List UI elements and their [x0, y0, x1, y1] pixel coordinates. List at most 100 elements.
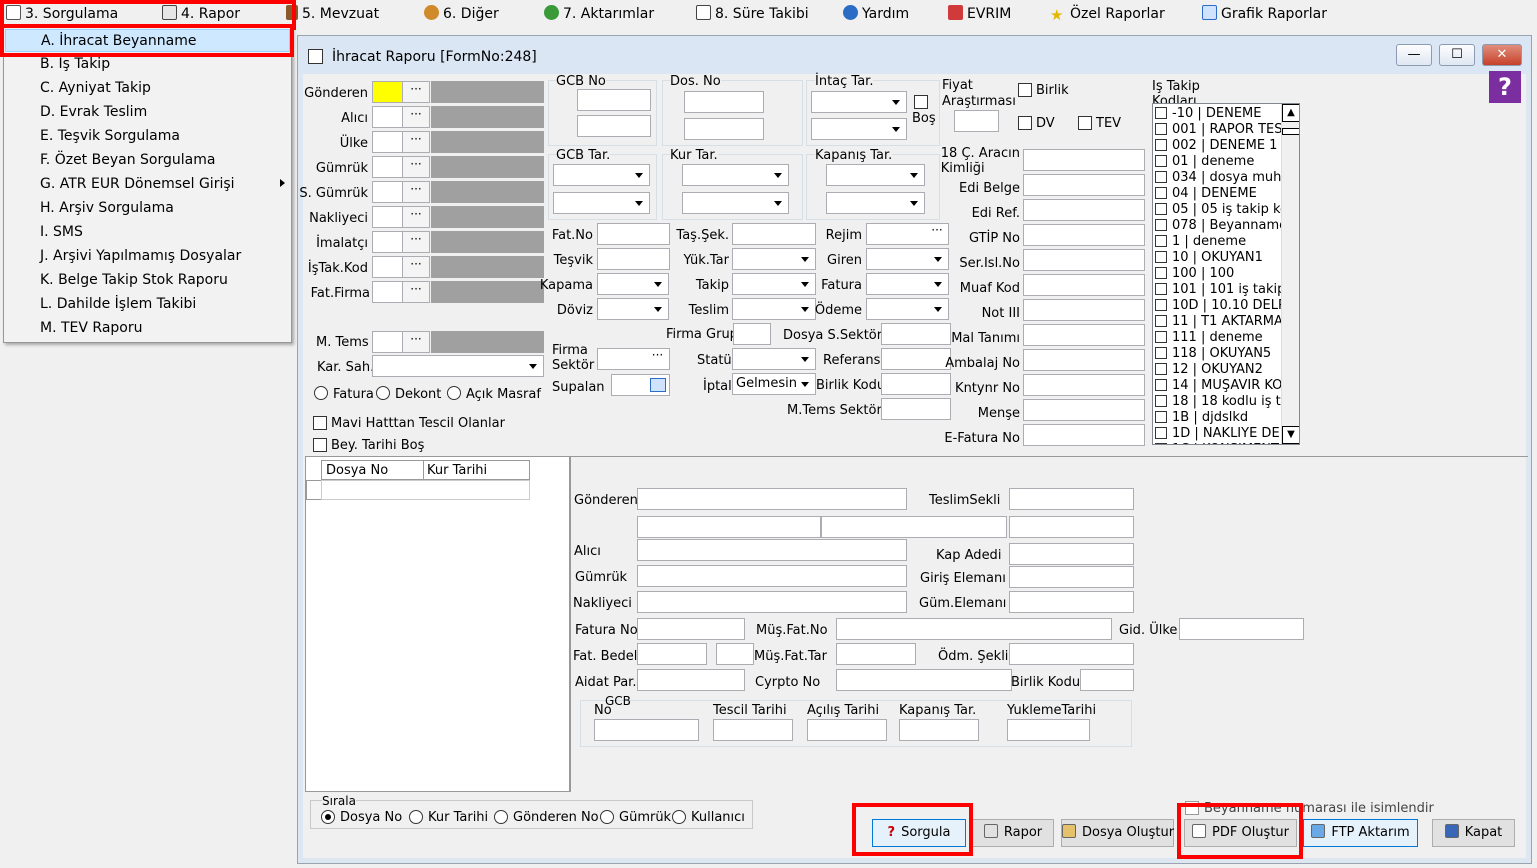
- mid-mid-input[interactable]: [732, 298, 816, 320]
- lookup-dots-button[interactable]: ···: [402, 106, 430, 128]
- sirala-radio[interactable]: [321, 810, 335, 824]
- intac-bos-checkbox[interactable]: [914, 95, 928, 109]
- mtems-sektor-input[interactable]: [881, 398, 951, 420]
- right-field-input[interactable]: [1023, 199, 1145, 221]
- results-grid[interactable]: Dosya No Kur Tarihi: [305, 456, 570, 792]
- grid-row[interactable]: [321, 480, 530, 500]
- beyan-isim-checkbox[interactable]: [1185, 801, 1199, 815]
- item-checkbox[interactable]: [1155, 395, 1167, 407]
- tev-checkbox[interactable]: [1078, 116, 1092, 130]
- mavi-hat-checkbox[interactable]: [313, 416, 327, 430]
- menu-diger[interactable]: 6. Diğer: [424, 4, 499, 24]
- intac-tar-to[interactable]: [811, 118, 907, 140]
- grid-header-kur-tarihi[interactable]: Kur Tarihi: [423, 460, 530, 480]
- item-checkbox[interactable]: [1155, 139, 1167, 151]
- item-checkbox[interactable]: [1155, 443, 1167, 444]
- lookup-dots-button[interactable]: ···: [402, 206, 430, 228]
- right-field-input[interactable]: [1023, 424, 1145, 446]
- detail-fat-bedel-doviz[interactable]: [716, 643, 754, 665]
- dos-no-input-2[interactable]: [684, 118, 764, 140]
- detail-nakliyeci[interactable]: [637, 591, 907, 613]
- scroll-up-icon[interactable]: ▲: [1282, 104, 1299, 122]
- lookup-dots-button[interactable]: ···: [402, 231, 430, 253]
- item-checkbox[interactable]: [1155, 187, 1167, 199]
- kapat-button[interactable]: Kapat: [1432, 819, 1515, 847]
- mid-right-input[interactable]: [866, 273, 949, 295]
- item-checkbox[interactable]: [1155, 283, 1167, 295]
- item-checkbox[interactable]: [1155, 203, 1167, 215]
- dos-no-input-1[interactable]: [684, 91, 764, 113]
- kapanis-tar-to[interactable]: [826, 192, 925, 214]
- menu-sorgulama[interactable]: 3. Sorgulama: [6, 4, 118, 24]
- is-takip-item[interactable]: 1B | djdslkd: [1153, 410, 1281, 426]
- item-checkbox[interactable]: [1155, 219, 1167, 231]
- menu-grafik-raporlar[interactable]: Grafik Raporlar: [1202, 4, 1327, 24]
- close-button[interactable]: ✕: [1482, 44, 1522, 66]
- tescil-tarihi[interactable]: [713, 719, 793, 741]
- gcb-tar-to[interactable]: [553, 192, 650, 214]
- detail-fat-bedel[interactable]: [637, 643, 707, 665]
- menu-ozel-raporlar[interactable]: ★ Özel Raporlar: [1050, 4, 1165, 24]
- right-field-input[interactable]: [1023, 349, 1145, 371]
- referans-input[interactable]: [881, 348, 951, 370]
- sorgula-button[interactable]: ? Sorgula: [872, 819, 966, 847]
- is-takip-item[interactable]: 11 | T1 AKTARMA: [1153, 314, 1281, 330]
- firma-sektor-dots[interactable]: ···: [645, 348, 670, 370]
- item-checkbox[interactable]: [1155, 331, 1167, 343]
- item-checkbox[interactable]: [1155, 315, 1167, 327]
- maximize-button[interactable]: ☐: [1439, 44, 1475, 66]
- is-takip-item[interactable]: 12 | OKUYAN2: [1153, 362, 1281, 378]
- scroll-down-icon[interactable]: ▼: [1282, 426, 1299, 444]
- gcb-no-input-1[interactable]: [577, 89, 651, 111]
- mid-mid-input[interactable]: [732, 223, 816, 245]
- right-field-input[interactable]: [1023, 174, 1145, 196]
- radio-acik-masraf[interactable]: [447, 386, 461, 400]
- sirala-radio[interactable]: [409, 810, 423, 824]
- detail-mus-fat-tar[interactable]: [836, 643, 916, 665]
- rapor-button[interactable]: Rapor: [972, 819, 1054, 847]
- dv-checkbox[interactable]: [1018, 116, 1032, 130]
- item-checkbox[interactable]: [1155, 107, 1167, 119]
- item-checkbox[interactable]: [1155, 347, 1167, 359]
- kar-sah-select[interactable]: [372, 355, 544, 377]
- dropdown-item[interactable]: B. İş Takip: [5, 53, 290, 76]
- detail-gumruk[interactable]: [637, 565, 907, 587]
- is-takip-item[interactable]: 10 | OKUYAN1: [1153, 250, 1281, 266]
- detail-aidat[interactable]: [637, 669, 745, 691]
- kur-tar-to[interactable]: [682, 192, 789, 214]
- birlik-checkbox[interactable]: [1018, 83, 1032, 97]
- acilis-tarihi[interactable]: [807, 719, 887, 741]
- detail-cyrpto[interactable]: [836, 669, 1012, 691]
- is-takip-item[interactable]: 002 | DENEME 1: [1153, 138, 1281, 154]
- sirala-radio[interactable]: [600, 810, 614, 824]
- item-checkbox[interactable]: [1155, 427, 1167, 439]
- statu-select[interactable]: [732, 348, 816, 370]
- pdf-olustur-button[interactable]: PDF Oluştur: [1184, 819, 1297, 847]
- detail-gid-ulke[interactable]: [1179, 618, 1304, 640]
- dosya-s-sektor-input[interactable]: [881, 323, 951, 345]
- sirala-radio[interactable]: [494, 810, 508, 824]
- bey-tarihi-bos-checkbox[interactable]: [313, 438, 327, 452]
- mid-right-input[interactable]: [866, 298, 949, 320]
- lookup-dots-button[interactable]: ···: [402, 81, 430, 103]
- right-field-input[interactable]: [1023, 374, 1145, 396]
- item-checkbox[interactable]: [1155, 171, 1167, 183]
- is-takip-item[interactable]: 034 | dosya muhas: [1153, 170, 1281, 186]
- item-checkbox[interactable]: [1155, 299, 1167, 311]
- mid-mid-input[interactable]: [732, 273, 816, 295]
- right-field-input[interactable]: [1023, 149, 1145, 171]
- dropdown-item[interactable]: J. Arşivi Yapılmamış Dosyalar: [5, 245, 290, 268]
- lookup-dots-button[interactable]: ···: [402, 281, 430, 303]
- lookup-dots-button[interactable]: ···: [402, 131, 430, 153]
- gcb-no-input-2[interactable]: [577, 115, 651, 137]
- detail-giris[interactable]: [1009, 566, 1134, 588]
- mid-left-input[interactable]: [597, 248, 670, 270]
- lookup-dots-button[interactable]: ···: [402, 181, 430, 203]
- supalan-spin-icon[interactable]: [650, 378, 666, 392]
- right-field-input[interactable]: [1023, 274, 1145, 296]
- is-takip-item[interactable]: 1D | NAKLİYE DE: [1153, 426, 1281, 442]
- item-checkbox[interactable]: [1155, 123, 1167, 135]
- dropdown-item[interactable]: M. TEV Raporu: [5, 317, 290, 340]
- menu-aktarimlar[interactable]: 7. Aktarımlar: [544, 4, 654, 24]
- is-takip-item[interactable]: 04 | DENEME: [1153, 186, 1281, 202]
